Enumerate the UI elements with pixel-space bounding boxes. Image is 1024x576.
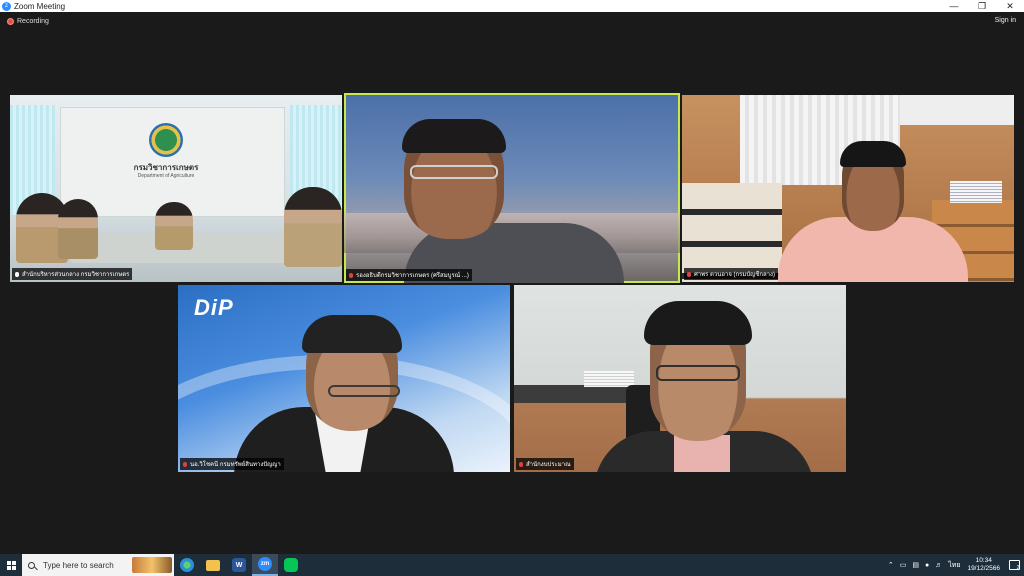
- participant-name: นอ.วิโชคนี กรมทรัพย์สินทางปัญญา: [190, 462, 281, 468]
- window-title: Zoom Meeting: [14, 1, 66, 11]
- zoom-app-icon: z: [2, 1, 11, 11]
- participant-name: สำนักงบประมาณ: [526, 462, 571, 468]
- meeting-stage: Recording Sign in กรมวิชาการเกษตร Depart…: [0, 12, 1024, 554]
- restore-button[interactable]: ❐: [968, 0, 996, 12]
- dip-logo: DiP: [194, 295, 234, 320]
- microphone-muted-icon: [519, 461, 523, 467]
- microphone-muted-icon: [687, 271, 691, 277]
- participant-nametag: นอ.วิโชคนี กรมทรัพย์สินทางปัญญา: [180, 458, 284, 470]
- titlebar: z Zoom Meeting — ❐ ✕: [0, 0, 1024, 12]
- edge-icon: [180, 558, 194, 572]
- emblem-icon: [149, 123, 183, 157]
- eyeglasses-icon: [410, 165, 498, 179]
- microphone-tray-icon[interactable]: ●: [925, 562, 929, 569]
- eyeglasses-icon: [328, 385, 400, 397]
- record-icon: [7, 18, 14, 25]
- papers: [584, 371, 634, 387]
- close-button[interactable]: ✕: [996, 0, 1024, 12]
- file-explorer-icon: [206, 559, 220, 571]
- sign-in-link[interactable]: Sign in: [995, 17, 1016, 24]
- participant-nametag: สำนักบริหารส่วนกลาง กรมวิชาการเกษตร: [12, 268, 133, 280]
- search-icon: [28, 561, 35, 569]
- participant-nametag: สำนักงบประมาณ: [516, 458, 574, 470]
- video-tile-3[interactable]: ศาพร ตวนอาจ (กรมบัญชีกลาง): [682, 95, 1014, 282]
- video-tile-5[interactable]: สำนักงบประมาณ: [514, 285, 846, 472]
- participant-nametag: ศาพร ตวนอาจ (กรมบัญชีกลาง): [684, 268, 778, 280]
- microphone-muted-icon: [349, 272, 353, 278]
- eyeglasses-icon: [656, 365, 740, 381]
- taskbar-clock[interactable]: 10:34 19/12/2566: [967, 557, 1000, 573]
- taskbar-search-box[interactable]: Type here to search: [22, 554, 174, 576]
- file-explorer-taskbar-button[interactable]: [200, 554, 226, 576]
- person-left-2: [58, 199, 98, 259]
- system-tray: ⌃ ▭ ▤ ● ♬ ไทย 10:34 19/12/2566 2: [885, 554, 1024, 576]
- line-taskbar-button[interactable]: [278, 554, 304, 576]
- microphone-icon: [15, 271, 19, 277]
- clock-time: 10:34: [975, 557, 992, 564]
- language-indicator[interactable]: ไทย: [948, 560, 960, 571]
- display-icon[interactable]: ▭: [900, 561, 907, 569]
- clock-date: 19/12/2566: [967, 565, 1000, 572]
- person-hair: [840, 141, 906, 167]
- video-tile-2[interactable]: รองอธิบดีกรมวิชาการเกษตร (ศรีสมบูรณ์ ...…: [344, 93, 680, 283]
- shelf: [514, 385, 634, 403]
- person-hair: [302, 315, 402, 353]
- line-icon: [284, 558, 298, 572]
- microphone-muted-icon: [183, 461, 187, 467]
- recording-label: Recording: [17, 18, 49, 25]
- zoom-icon: zm: [258, 557, 272, 571]
- minimize-button[interactable]: —: [940, 0, 968, 12]
- participant-name: ศาพร ตวนอาจ (กรมบัญชีกลาง): [694, 272, 775, 278]
- wall-sign-subtext: Department of Agriculture: [137, 173, 195, 179]
- participant-nametag: รองอธิบดีกรมวิชาการเกษตร (ศรีสมบูรณ์ ...…: [346, 269, 472, 281]
- edge-taskbar-button[interactable]: [174, 554, 200, 576]
- participant-name: รองอธิบดีกรมวิชาการเกษตร (ศรีสมบูรณ์ ...…: [356, 273, 469, 279]
- video-tile-4[interactable]: DiP นอ.วิโชคนี กรมทรัพย์สินทางปัญญา: [178, 285, 510, 472]
- search-placeholder: Type here to search: [43, 560, 114, 570]
- start-button[interactable]: [0, 554, 22, 576]
- zoom-taskbar-button[interactable]: zm: [252, 554, 278, 576]
- ceiling: [900, 95, 1014, 125]
- person-hair: [644, 301, 752, 345]
- video-tile-1[interactable]: กรมวิชาการเกษตร Department of Agricultur…: [10, 95, 342, 282]
- taskbar: Type here to search W zm ⌃ ▭ ▤ ● ♬ ไทย 1…: [0, 554, 1024, 576]
- volume-icon[interactable]: ♬: [935, 562, 942, 569]
- windows-logo-icon: [6, 560, 16, 570]
- participant-name: สำนักบริหารส่วนกลาง กรมวิชาการเกษตร: [22, 272, 130, 278]
- person-right: [284, 187, 342, 267]
- chevron-up-icon[interactable]: ⌃: [888, 561, 894, 569]
- recording-indicator[interactable]: Recording: [7, 18, 49, 25]
- search-highlight-image: [132, 557, 172, 573]
- notification-icon: [1008, 560, 1020, 570]
- word-icon: W: [232, 558, 246, 572]
- word-taskbar-button[interactable]: W: [226, 554, 252, 576]
- paper-stack: [950, 181, 1002, 203]
- network-icon[interactable]: ▤: [912, 561, 919, 569]
- speaker-hair: [402, 119, 506, 153]
- notification-button[interactable]: 2: [1004, 554, 1024, 576]
- person-center: [155, 202, 193, 250]
